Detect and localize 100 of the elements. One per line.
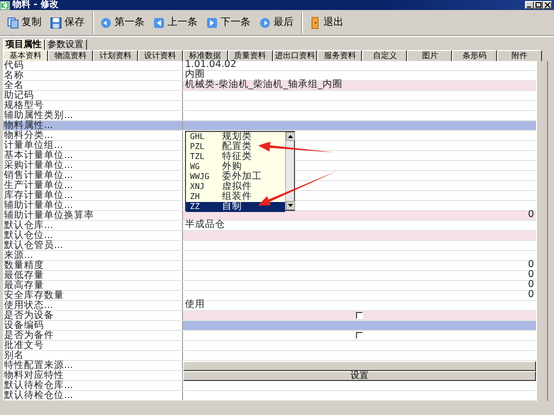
tab[interactable]: 标准数据 — [182, 50, 228, 60]
tab[interactable]: 物流资料 — [48, 50, 93, 60]
tab[interactable]: 设计资料 — [138, 50, 183, 60]
field-label: 最低存量 — [3, 270, 183, 280]
field-button[interactable] — [183, 360, 536, 370]
next-button[interactable]: 下一条 — [202, 12, 254, 32]
grid-row[interactable]: 是否为设备 — [3, 310, 536, 320]
dropdown-item[interactable]: GHL 规划类 — [186, 132, 285, 142]
field-label: 数量精度 — [3, 260, 183, 270]
field-label: 库存计量单位... — [3, 190, 183, 200]
field-value-text: 0 — [528, 270, 534, 280]
copy-button[interactable]: 复制 — [2, 12, 46, 32]
previous-button[interactable]: 上一条 — [148, 12, 202, 32]
tab[interactable]: 项目属性 — [2, 38, 44, 50]
grid-row[interactable]: 设备编码 — [3, 320, 536, 330]
copy-icon — [6, 16, 18, 28]
grid-row[interactable]: 规格型号 — [3, 100, 536, 110]
save-button[interactable]: 保存 — [46, 12, 88, 32]
grid-row[interactable]: 最低存量 0 — [3, 270, 536, 280]
last-icon — [258, 16, 270, 28]
field-label: 物料分类... — [3, 130, 183, 140]
scroll-down-icon — [286, 200, 295, 210]
field-label: 默认仓库... — [3, 220, 183, 230]
scroll-up-icon — [286, 132, 295, 140]
field-label: 默认待检仓库... — [3, 380, 183, 390]
grid-row[interactable]: 批准文号 — [3, 340, 536, 350]
dropdown-item[interactable]: PZL 配置类 — [186, 142, 285, 152]
grid-row[interactable]: 数量精度 0 — [3, 260, 536, 270]
dropdown-item[interactable]: XNJ 虚拟件 — [186, 182, 285, 192]
field-label: 是否为备件 — [3, 330, 183, 340]
grid-row[interactable]: 默认仓位... — [3, 230, 536, 240]
tab[interactable]: 服务资料 — [317, 50, 362, 60]
tab[interactable]: 条形码 — [452, 50, 498, 60]
field-label: 计量单位组... — [3, 140, 183, 150]
tab[interactable]: 图片 — [407, 50, 452, 60]
field-value-text: 0 — [528, 260, 534, 270]
field-label: 使用状态... — [3, 300, 183, 310]
field-value[interactable]: 机械类-柴油机_柴油机_轴承组_内圈 — [183, 80, 536, 90]
field-label: 辅助计量单位... — [3, 200, 183, 210]
grid-row[interactable]: 默认待检仓位... — [3, 390, 536, 400]
dropdown-item[interactable]: ZZ 自制 — [186, 202, 285, 212]
tab[interactable]: 进出口资料 — [272, 50, 318, 60]
grid-row[interactable]: 全名 机械类-柴油机_柴油机_轴承组_内圈 — [3, 80, 536, 90]
exit-icon — [308, 16, 320, 28]
checkbox[interactable] — [356, 332, 363, 338]
grid-row[interactable]: 代码 1.01.04.02 — [3, 60, 536, 70]
field-button[interactable]: 设置 — [183, 370, 536, 380]
tab[interactable]: 计划资料 — [92, 50, 138, 60]
grid-row[interactable]: 特性配置来源... — [3, 360, 536, 370]
field-label: 默认仓管员... — [3, 240, 183, 250]
first-icon — [100, 16, 112, 28]
dropdown-list[interactable]: GHL 规划类 PZL 配置类 TZL 特征类 WG 外购 WWJG 委外加工 XNJ 虚拟件 ZH 组装件 ZZ 自制 — [185, 130, 295, 210]
next-icon — [206, 16, 218, 28]
dropdown-item[interactable]: WWJG 委外加工 — [186, 172, 285, 182]
field-label: 助记码 — [3, 90, 183, 100]
previous-icon — [152, 16, 164, 28]
dropdown-item[interactable]: WG 外购 — [186, 162, 285, 172]
field-label: 规格型号 — [3, 100, 183, 110]
field-label: 批准文号 — [3, 340, 183, 350]
tab[interactable]: 附件 — [497, 50, 542, 60]
field-value-text: 0 — [528, 280, 534, 290]
tab[interactable]: 基本资料 — [3, 50, 48, 60]
field-value-text: 0 — [528, 290, 534, 300]
grid-row[interactable]: 辅助计量单位换算率 0 — [3, 210, 536, 220]
tab[interactable]: 自定义 — [362, 50, 408, 60]
maximize-icon — [534, 2, 542, 8]
field-label: 辅助属性类别... — [3, 110, 183, 120]
field-value-text: 半成品仓 — [185, 220, 225, 230]
grid-row[interactable]: 安全库存数量 0 — [3, 290, 536, 300]
save-icon — [50, 16, 62, 28]
exit-button[interactable]: 退出 — [304, 12, 348, 32]
tab[interactable]: 参数设置 — [44, 38, 86, 50]
field-label: 名称 — [3, 70, 183, 80]
last-button[interactable]: 最后 — [254, 12, 298, 32]
grid-row[interactable]: 来源... — [3, 250, 536, 260]
dropdown-item[interactable]: TZL 特征类 — [186, 152, 285, 162]
checkbox[interactable] — [356, 312, 363, 318]
field-label: 别名 — [3, 350, 183, 360]
field-label: 生产计量单位... — [3, 180, 183, 190]
grid-row[interactable]: 默认待检仓库... — [3, 380, 536, 390]
grid-row[interactable]: 最高存量 0 — [3, 280, 536, 290]
field-label: 来源... — [3, 250, 183, 260]
field-value-text: 1.01.04.02 — [185, 60, 236, 70]
field-label: 默认待检仓位... — [3, 390, 183, 400]
field-label: 基本计量单位... — [3, 150, 183, 160]
first-button[interactable]: 第一条 — [96, 12, 148, 32]
grid-row[interactable]: 默认仓管员... — [3, 240, 536, 250]
field-value-text: 机械类-柴油机_柴油机_轴承组_内圈 — [185, 80, 343, 90]
grid-row[interactable]: 是否为备件 — [3, 330, 536, 340]
minimize-button[interactable] — [524, 1, 534, 9]
grid-row[interactable]: 助记码 — [3, 90, 536, 100]
field-label: 物料属性... — [3, 120, 183, 130]
field-label: 销售计量单位... — [3, 170, 183, 180]
app-icon — [0, 0, 10, 10]
tab[interactable]: 质量资料 — [228, 50, 273, 60]
field-value-text: 0 — [528, 210, 534, 220]
dropdown-item[interactable]: ZH 组装件 — [186, 192, 285, 202]
field-value-text: 使用 — [185, 300, 205, 310]
grid-row[interactable]: 物料对应特性 设置 — [3, 370, 536, 380]
close-icon — [544, 2, 550, 8]
